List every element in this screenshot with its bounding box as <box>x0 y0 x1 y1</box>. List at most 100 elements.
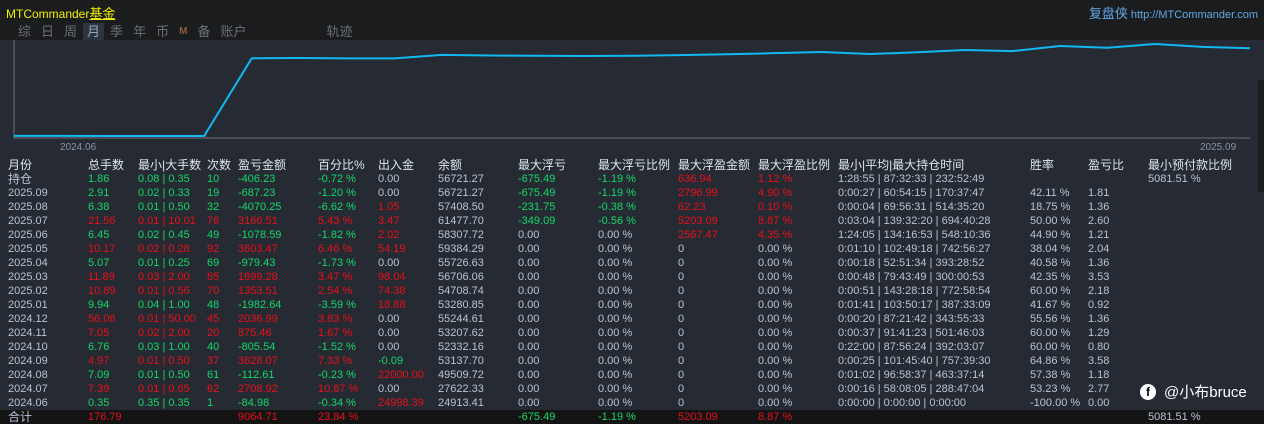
cell-balance: 59384.29 <box>438 243 484 255</box>
header-balance: 余额 <box>438 158 463 172</box>
cell-month: 持仓 <box>8 172 33 186</box>
cell-trade-count: 70 <box>207 285 220 297</box>
table-row[interactable]: 2024.07 7.39 0.01 | 0.65 62 2708.92 10.87 % 0.… <box>0 382 1264 396</box>
table-row[interactable]: 2024.12 56.06 0.01 | 50.00 45 2036.99 3.83 % 0… <box>0 312 1264 326</box>
cell-max-float-loss: 0.00 <box>518 383 540 395</box>
table-row[interactable]: 2024.06 0.35 0.35 | 0.35 1 -84.98 -0.34 % 2499… <box>0 396 1264 410</box>
cell-pnl-percent: -1.20 % <box>318 187 356 199</box>
cell-balance: 55244.61 <box>438 313 484 325</box>
cell-hold-time: 0:00:25 | 101:45:40 | 757:39:30 <box>838 355 991 367</box>
site-url[interactable]: http://MTCommander.com <box>1131 9 1258 21</box>
cell-pnl: -112.61 <box>238 369 275 381</box>
table-row[interactable]: 2025.04 5.07 0.01 | 0.25 69 -979.43 -1.73 % 0.… <box>0 256 1264 270</box>
facebook-icon: f <box>1140 383 1156 400</box>
table-row[interactable]: 2024.11 7.05 0.02 | 2.00 20 875.46 1.67 % 0.00… <box>0 326 1264 340</box>
header-month: 月份 <box>8 158 33 172</box>
cell-total-lots: 6.38 <box>88 201 110 213</box>
cell-profit-factor: 0.00 <box>1088 397 1110 409</box>
tab-3[interactable]: 月 <box>83 23 105 40</box>
cell-profit-factor: 3.53 <box>1088 271 1110 283</box>
table-row[interactable]: 2024.10 6.76 0.03 | 1.00 40 -805.54 -1.52 % 0.… <box>0 340 1264 354</box>
table-row[interactable]: 2025.03 11.89 0.03 | 2.00 85 1899.28 3.47 % 98… <box>0 270 1264 284</box>
cell-month: 2025.08 <box>8 201 48 213</box>
cell-trade-count: 76 <box>207 215 220 227</box>
cell-max-float-loss: 0.00 <box>518 369 540 381</box>
cell-deposit: 0.00 <box>378 313 400 325</box>
tab-10[interactable]: 轨迹 <box>322 23 356 40</box>
tab-6[interactable]: 币 <box>152 23 173 40</box>
cell-total-lots: 5.07 <box>88 257 110 269</box>
cell-max-float-loss-ratio: -0.38 % <box>598 201 636 213</box>
site-link[interactable]: 复盘侠 http://MTCommander.com <box>1089 3 1258 22</box>
tab-7[interactable]: M <box>175 23 191 40</box>
cell-pnl-percent: -1.82 % <box>318 229 356 241</box>
cell-hold-time: 0:01:10 | 102:49:18 | 742:56:27 <box>838 243 991 255</box>
brand-suffix-link[interactable]: 基金 <box>89 6 115 21</box>
cell-balance: 61477.70 <box>438 215 484 227</box>
cell-month: 2025.09 <box>8 187 48 199</box>
cell-balance: 49509.72 <box>438 369 484 381</box>
cell-trade-count: 37 <box>207 355 220 367</box>
tab-4[interactable]: 季 <box>106 23 127 40</box>
table-row[interactable]: 2025.01 9.94 0.04 | 1.00 48 -1982.64 -3.59 % 1… <box>0 298 1264 312</box>
cell-trade-count: 62 <box>207 383 220 395</box>
tab-1[interactable]: 日 <box>37 23 58 40</box>
cell-pnl: 3166.51 <box>238 215 278 227</box>
cell-pnl: -406.23 <box>238 173 276 185</box>
cell-win-rate: 40.58 % <box>1030 257 1071 269</box>
cell-total-lots: 10.17 <box>88 243 116 255</box>
cell-trade-count: 61 <box>207 369 220 381</box>
cell-balance: 56706.06 <box>438 271 484 283</box>
cell-max-float-profit-ratio: 0.00 % <box>758 383 793 395</box>
cell-month: 2024.11 <box>8 327 47 339</box>
cell-hold-time: 0:00:00 | 0:00:00 | 0:00:00 <box>838 397 967 409</box>
tab-0[interactable]: 综 <box>14 23 35 40</box>
table-row[interactable]: 2024.09 4.97 0.01 | 0.50 37 3628.07 7.33 % -0.… <box>0 354 1264 368</box>
cell-max-float-loss: 0.00 <box>518 285 540 297</box>
tab-8[interactable]: 备 <box>193 23 214 40</box>
cell-max-float-loss-ratio: 0.00 % <box>598 383 633 395</box>
table-row[interactable]: 2025.08 6.38 0.01 | 0.50 32 -4070.25 -6.62 % 1… <box>0 200 1264 214</box>
tab-2[interactable]: 周 <box>60 23 81 40</box>
cell-total-lots: 7.39 <box>88 383 110 395</box>
table-row[interactable]: 2025.09 2.91 0.02 | 0.33 19 -687.23 -1.20 % 0.… <box>0 186 1264 200</box>
cell-trade-count: 48 <box>207 299 220 311</box>
cell-hold-time: 0:00:37 | 91:41:23 | 501:46:03 <box>838 327 985 339</box>
table-row[interactable]: 2025.07 21.56 0.01 | 10.01 76 3166.51 5.43 % 3… <box>0 214 1264 228</box>
cell-profit-factor: 0.80 <box>1088 341 1110 353</box>
table-row[interactable]: 2025.06 6.45 0.02 | 0.45 49 -1078.59 -1.82 % 2… <box>0 228 1264 242</box>
table-row[interactable]: 持仓 1.86 0.08 | 0.35 10 -406.23 -0.72 % 0.00 567… <box>0 172 1264 186</box>
cell-min-max-lots: 0.01 | 10.01 <box>138 215 196 227</box>
cell-min-max-lots: 0.04 | 1.00 <box>138 299 190 311</box>
table-row[interactable]: 2025.02 10.89 0.01 | 0.56 70 1353.51 2.54 % 74… <box>0 284 1264 298</box>
table-row[interactable]: 2024.08 7.09 0.01 | 0.50 61 -112.61 -0.23 % 22… <box>0 368 1264 382</box>
cell-max-float-profit-ratio: 0.00 % <box>758 271 793 283</box>
cell-max-float-loss: -231.75 <box>518 201 556 213</box>
tab-5[interactable]: 年 <box>129 23 150 40</box>
cell-profit-factor: 1.29 <box>1088 327 1110 339</box>
cell-win-rate: 64.86 % <box>1030 355 1071 367</box>
cell-max-float-profit: 0 <box>678 299 685 311</box>
cell-hold-time: 0:00:51 | 143:28:18 | 772:58:54 <box>838 285 991 297</box>
cell-max-float-loss: 0.00 <box>518 257 540 269</box>
cell-max-float-loss: 0.00 <box>518 243 540 255</box>
cell-total-lots: 2.91 <box>88 187 110 199</box>
header-pnl: 盈亏金额 <box>238 158 287 172</box>
cell-deposit: 1.05 <box>378 201 400 213</box>
table-header: 月份 总手数 最小|大手数 次数 盈亏金额 百分比% 出入金 余额 最大浮亏 最大浮亏比例 最大浮盈… <box>0 158 1264 172</box>
cell-total-lots: 7.09 <box>88 369 110 381</box>
cell-pnl: 3628.07 <box>238 355 278 367</box>
cell-max-float-profit-ratio: 4.35 % <box>758 229 793 241</box>
cell-pnl-percent: 3.47 % <box>318 271 353 283</box>
cell-max-float-profit-ratio: 0.00 % <box>758 285 793 297</box>
cell-hold-time: 1:28:55 | 87:32:33 | 232:52:49 <box>838 173 985 185</box>
cell-month: 2025.04 <box>8 257 48 269</box>
tab-9[interactable]: 账户 <box>216 23 250 40</box>
cell-win-rate: 41.67 % <box>1030 299 1071 311</box>
header-max-float-profit: 最大浮盈金额 <box>678 158 751 172</box>
cell-win-rate: 55.56 % <box>1030 313 1071 325</box>
table-row[interactable]: 2025.05 10.17 0.02 | 0.28 92 3603.47 6.46 % 54… <box>0 242 1264 256</box>
cell-trade-count: 10 <box>207 173 220 185</box>
cell-min-margin-ratio: 5081.51 % <box>1148 173 1201 185</box>
cell-min-max-lots: 0.03 | 2.00 <box>138 271 190 283</box>
